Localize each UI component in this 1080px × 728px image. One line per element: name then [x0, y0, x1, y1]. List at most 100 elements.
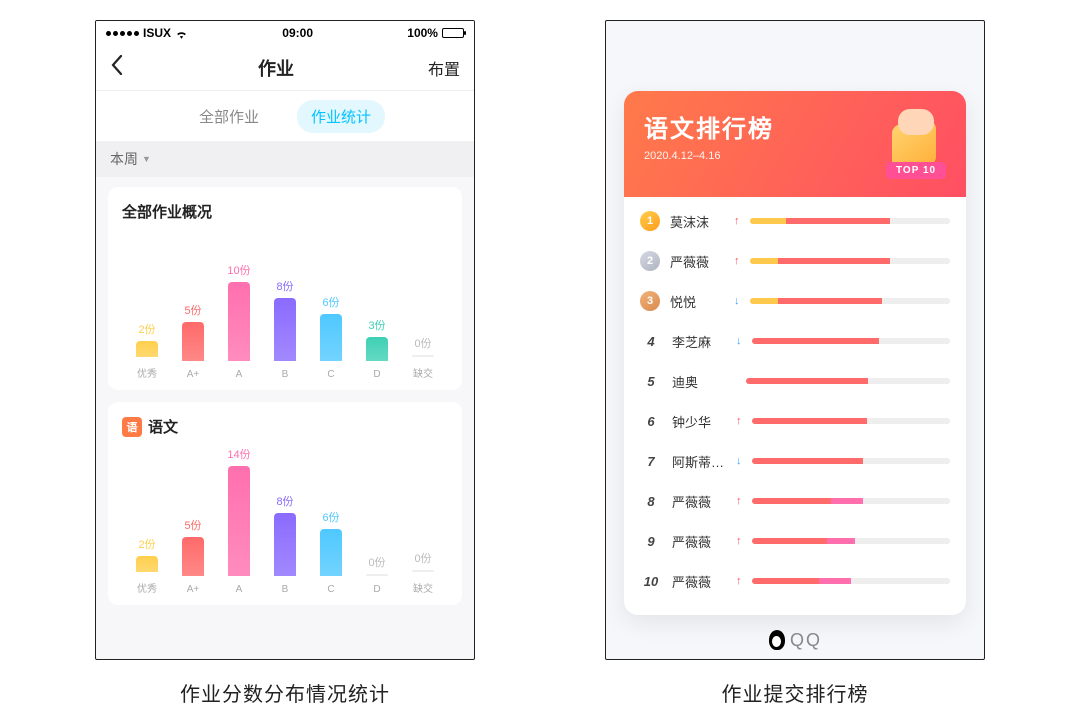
rank-row[interactable]: 3 悦悦 ↓ — [640, 281, 950, 321]
rank-name: 李芝麻 — [672, 332, 730, 351]
bar-value-label: 2份 — [138, 536, 155, 552]
card-overall: 全部作业概况 2份优秀5份A+10份A8份B6份C3份D0份缺交 — [108, 187, 462, 390]
trend-down-icon: ↓ — [736, 335, 742, 347]
bar-rect — [412, 570, 434, 572]
bar-缺交: 0份缺交 — [400, 335, 446, 380]
medal-icon: 2 — [640, 251, 660, 271]
compose-button[interactable]: 布置 — [428, 56, 460, 80]
bar-value-label: 14份 — [227, 446, 250, 462]
progress-bar — [750, 298, 951, 304]
trend-up-icon: ↑ — [736, 575, 742, 587]
bar-value-label: 5份 — [184, 302, 201, 318]
bar-rect — [320, 314, 342, 361]
rank-name: 悦悦 — [670, 292, 728, 311]
rank-name: 阿斯蒂… — [672, 452, 730, 471]
rank-name: 钟少华 — [672, 412, 730, 431]
chart-subject: 2份优秀5份A+14份A8份B6份C0份D0份缺交 — [122, 445, 448, 595]
bar-rect — [320, 529, 342, 576]
rank-name: 莫沫沫 — [670, 212, 728, 231]
bar-category-label: A+ — [187, 369, 200, 380]
bar-rect — [228, 466, 250, 576]
rank-number: 8 — [640, 494, 662, 509]
bar-rect — [182, 537, 204, 576]
battery-icon — [442, 28, 464, 38]
card-subject-title: 语文 — [148, 416, 178, 437]
trend-down-icon: ↓ — [734, 295, 740, 307]
rank-header: 语文排行榜 2020.4.12–4.16 TOP 10 — [624, 91, 966, 197]
trend-up-icon: ↑ — [734, 215, 740, 227]
bar-缺交: 0份缺交 — [400, 550, 446, 595]
left-caption: 作业分数分布情况统计 — [180, 678, 390, 707]
bar-rect — [412, 355, 434, 357]
bar-rect — [228, 282, 250, 361]
back-icon[interactable] — [110, 55, 124, 80]
bar-rect — [366, 574, 388, 576]
bar-category-label: 优秀 — [137, 365, 157, 380]
stats-phone: ISUX 09:00 100% 作业 布置 全部作业 作业统计 本周 — [95, 20, 475, 660]
rank-row[interactable]: 4 李芝麻 ↓ — [640, 321, 950, 361]
rank-name: 严薇薇 — [672, 532, 730, 551]
qq-footer: QQ — [606, 629, 984, 651]
rank-list: 1莫沫沫↑2严薇薇↑3悦悦↓4李芝麻↓5迪奥6钟少华↑7阿斯蒂…↓8严薇薇↑9严… — [624, 197, 966, 615]
chevron-down-icon: ▼ — [142, 154, 151, 164]
rank-name: 严薇薇 — [672, 492, 730, 511]
bar-value-label: 2份 — [138, 321, 155, 337]
rank-row[interactable]: 5迪奥 — [640, 361, 950, 401]
carrier-label: ISUX — [143, 26, 171, 40]
rank-number: 6 — [640, 414, 662, 429]
rank-phone: 语文排行榜 2020.4.12–4.16 TOP 10 1莫沫沫↑2严薇薇↑3悦… — [605, 20, 985, 660]
week-filter[interactable]: 本周 ▼ — [96, 141, 474, 177]
trend-up-icon: ↑ — [734, 255, 740, 267]
chart-overall: 2份优秀5份A+10份A8份B6份C3份D0份缺交 — [122, 230, 448, 380]
rank-number: 5 — [640, 374, 662, 389]
bar-value-label: 0份 — [368, 554, 385, 570]
bar-A+: 5份A+ — [170, 517, 216, 595]
subject-badge-icon: 语 — [122, 417, 142, 437]
page-title: 作业 — [258, 55, 294, 81]
bar-value-label: 0份 — [414, 550, 431, 566]
bar-value-label: 6份 — [322, 509, 339, 525]
bar-C: 6份C — [308, 294, 354, 380]
tab-all[interactable]: 全部作业 — [185, 100, 273, 133]
bar-A: 10份A — [216, 262, 262, 380]
wifi-icon — [175, 28, 188, 38]
trend-up-icon: ↑ — [736, 535, 742, 547]
progress-bar — [750, 218, 951, 224]
rank-number: 4 — [640, 334, 662, 349]
bar-D: 0份D — [354, 554, 400, 595]
rank-row[interactable]: 2严薇薇↑ — [640, 241, 950, 281]
bar-value-label: 8份 — [276, 278, 293, 294]
bar-category-label: 缺交 — [413, 365, 433, 380]
rank-row[interactable]: 6 钟少华 ↑ — [640, 401, 950, 441]
bar-rect — [366, 337, 388, 361]
rank-row[interactable]: 9 严薇薇 ↑ — [640, 521, 950, 561]
rank-row[interactable]: 7阿斯蒂…↓ — [640, 441, 950, 481]
right-caption: 作业提交排行榜 — [722, 678, 869, 707]
progress-bar — [752, 338, 951, 344]
rank-number: 9 — [640, 534, 662, 549]
bar-rect — [136, 556, 158, 572]
trend-up-icon: ↑ — [736, 415, 742, 427]
cards-scroll[interactable]: 全部作业概况 2份优秀5份A+10份A8份B6份C3份D0份缺交 语 语文 2份… — [96, 177, 474, 659]
bar-value-label: 10份 — [227, 262, 250, 278]
bar-category-label: C — [327, 584, 334, 595]
bar-rect — [274, 298, 296, 361]
rank-row[interactable]: 1莫沫沫↑ — [640, 201, 950, 241]
bar-优秀: 2份优秀 — [124, 536, 170, 595]
bar-B: 8份B — [262, 493, 308, 595]
rank-row[interactable]: 8 严薇薇 ↑ — [640, 481, 950, 521]
bar-C: 6份 C — [308, 509, 354, 595]
rank-card: 语文排行榜 2020.4.12–4.16 TOP 10 1莫沫沫↑2严薇薇↑3悦… — [624, 91, 966, 615]
bar-value-label: 6份 — [322, 294, 339, 310]
bar-value-label: 3份 — [368, 317, 385, 333]
rank-row[interactable]: 10严薇薇↑ — [640, 561, 950, 601]
tab-stats[interactable]: 作业统计 — [297, 100, 385, 133]
qq-penguin-icon — [768, 629, 786, 651]
bar-category-label: B — [282, 584, 289, 595]
bar-rect — [274, 513, 296, 576]
medal-icon: 3 — [640, 291, 660, 311]
progress-bar — [752, 498, 951, 504]
trend-up-icon: ↑ — [736, 495, 742, 507]
card-subject: 语 语文 2份优秀5份A+14份A8份B6份C0份D0份缺交 — [108, 402, 462, 605]
bar-D: 3份D — [354, 317, 400, 380]
